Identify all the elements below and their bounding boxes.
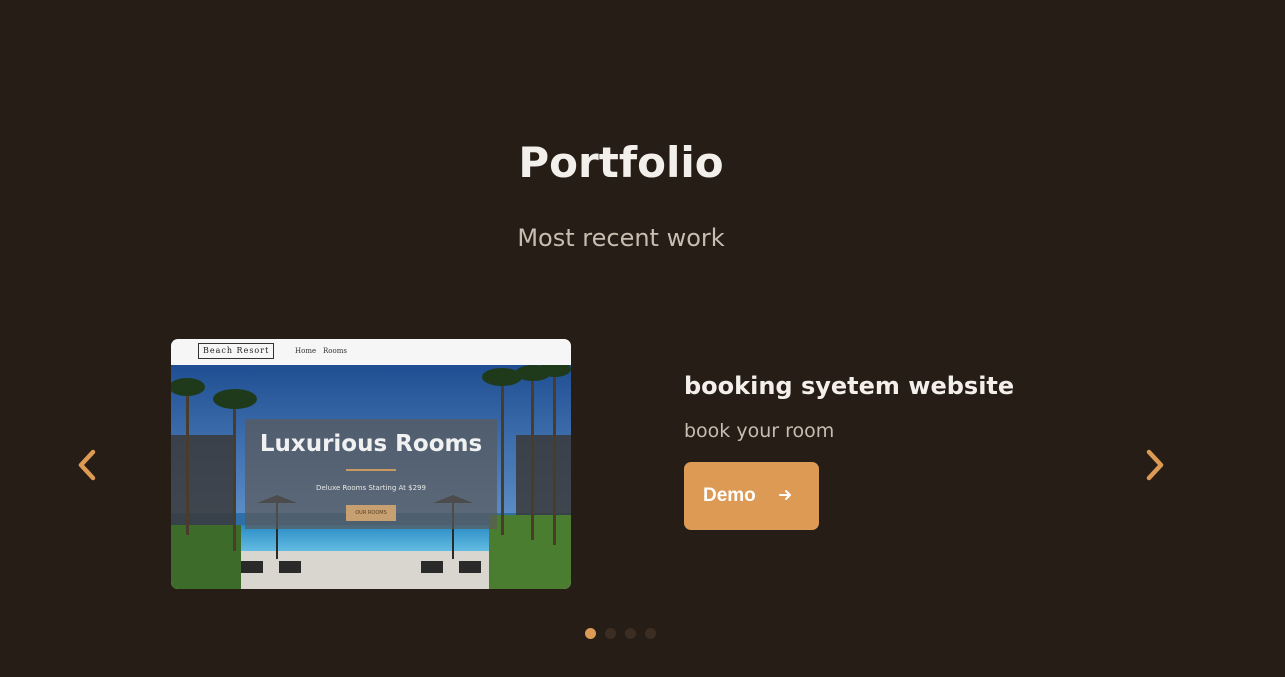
carousel-prev-button[interactable] xyxy=(72,447,104,483)
pagination-dot[interactable] xyxy=(645,628,656,639)
chevron-left-icon xyxy=(72,447,104,483)
pagination-dot[interactable] xyxy=(625,628,636,639)
preview-nav-home: Home xyxy=(295,347,317,355)
preview-hero-title: Luxurious Rooms xyxy=(259,431,483,457)
pagination-dot[interactable] xyxy=(585,628,596,639)
project-title: booking syetem website xyxy=(684,372,1015,400)
demo-button-label: Demo xyxy=(703,485,756,506)
preview-navbar: Beach Resort Home Rooms xyxy=(171,339,571,365)
carousel-next-button[interactable] xyxy=(1138,447,1170,483)
section-subtitle: Most recent work xyxy=(517,224,725,252)
pagination-dot[interactable] xyxy=(605,628,616,639)
preview-nav-rooms: Rooms xyxy=(323,347,347,355)
preview-hero-subtitle: Deluxe Rooms Starting At $299 xyxy=(316,484,426,492)
arrow-right-icon xyxy=(778,487,793,503)
chevron-right-icon xyxy=(1138,447,1170,483)
demo-button[interactable]: Demo xyxy=(684,462,819,530)
preview-logo: Beach Resort xyxy=(198,343,275,359)
preview-hero-box: Luxurious Rooms Deluxe Rooms Starting At… xyxy=(245,419,497,529)
project-description: book your room xyxy=(684,420,835,442)
section-title: Portfolio xyxy=(518,138,724,187)
preview-hero-divider xyxy=(346,469,396,471)
project-preview-image: Beach Resort Home Rooms Luxurious Rooms … xyxy=(171,339,571,589)
preview-hero-button: OUR ROOMS xyxy=(346,505,396,521)
